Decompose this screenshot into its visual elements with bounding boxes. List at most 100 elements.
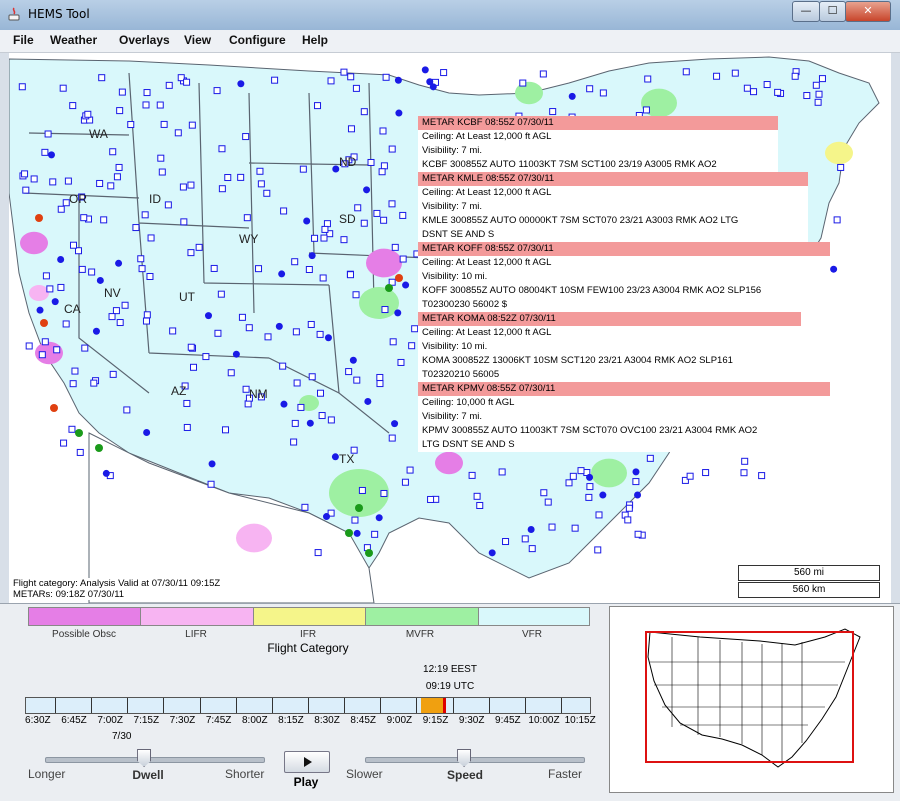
station-marker[interactable] — [238, 313, 246, 321]
station-marker[interactable] — [38, 351, 46, 359]
station-marker[interactable] — [71, 367, 79, 375]
station-marker[interactable] — [763, 81, 771, 89]
station-marker[interactable] — [46, 285, 54, 293]
station-marker[interactable] — [411, 325, 419, 333]
station-marker[interactable] — [98, 74, 106, 82]
station-marker[interactable] — [347, 125, 355, 133]
station-dot[interactable] — [599, 491, 607, 499]
station-marker[interactable] — [21, 170, 29, 178]
station-dot[interactable] — [365, 549, 373, 557]
station-dot[interactable] — [394, 309, 402, 317]
station-marker[interactable] — [476, 501, 484, 509]
station-marker[interactable] — [213, 87, 221, 95]
station-marker[interactable] — [316, 330, 324, 338]
station-marker[interactable] — [380, 216, 388, 224]
station-marker[interactable] — [346, 271, 354, 279]
station-marker[interactable] — [399, 211, 407, 219]
station-marker[interactable] — [202, 353, 210, 361]
station-dot[interactable] — [385, 284, 393, 292]
station-dot[interactable] — [375, 514, 383, 522]
station-marker[interactable] — [137, 255, 145, 263]
station-marker[interactable] — [291, 419, 299, 427]
station-marker[interactable] — [427, 495, 435, 503]
weather-map[interactable]: WA OR ID WY NV UT CA AZ NM ND SD TX METAR KCBF 08:5… — [9, 53, 891, 603]
station-marker[interactable] — [113, 173, 121, 181]
station-marker[interactable] — [646, 454, 654, 462]
station-marker[interactable] — [164, 201, 172, 209]
station-marker[interactable] — [143, 311, 151, 319]
station-marker[interactable] — [227, 369, 235, 377]
station-dot[interactable] — [232, 350, 240, 358]
station-marker[interactable] — [123, 406, 131, 414]
station-marker[interactable] — [743, 84, 751, 92]
station-dot[interactable] — [35, 214, 43, 222]
station-marker[interactable] — [297, 403, 305, 411]
station-marker[interactable] — [64, 177, 72, 185]
station-marker[interactable] — [740, 469, 748, 477]
station-marker[interactable] — [380, 489, 388, 497]
station-marker[interactable] — [774, 88, 782, 96]
station-marker[interactable] — [320, 234, 328, 242]
station-marker[interactable] — [100, 216, 108, 224]
station-marker[interactable] — [257, 180, 265, 188]
station-marker[interactable] — [165, 81, 173, 89]
station-marker[interactable] — [183, 399, 191, 407]
station-marker[interactable] — [80, 214, 88, 222]
station-marker[interactable] — [142, 101, 150, 109]
station-marker[interactable] — [174, 129, 182, 137]
station-marker[interactable] — [84, 110, 92, 118]
station-marker[interactable] — [803, 92, 811, 100]
station-marker[interactable] — [367, 158, 375, 166]
station-dot[interactable] — [634, 491, 642, 499]
station-marker[interactable] — [243, 214, 251, 222]
station-marker[interactable] — [599, 89, 607, 97]
station-marker[interactable] — [389, 338, 397, 346]
station-marker[interactable] — [380, 162, 388, 170]
station-marker[interactable] — [388, 200, 396, 208]
station-marker[interactable] — [217, 290, 225, 298]
station-marker[interactable] — [731, 69, 739, 77]
station-marker[interactable] — [577, 467, 585, 475]
station-marker[interactable] — [115, 163, 123, 171]
station-marker[interactable] — [41, 148, 49, 156]
station-marker[interactable] — [187, 249, 195, 257]
station-marker[interactable] — [127, 121, 135, 129]
station-marker[interactable] — [406, 466, 414, 474]
station-marker[interactable] — [502, 538, 510, 546]
station-marker[interactable] — [352, 291, 360, 299]
station-marker[interactable] — [142, 317, 150, 325]
station-marker[interactable] — [76, 448, 84, 456]
station-dot[interactable] — [632, 468, 640, 476]
station-dot[interactable] — [303, 217, 311, 225]
timeline-current-segment[interactable] — [420, 698, 445, 713]
station-marker[interactable] — [373, 209, 381, 217]
station-marker[interactable] — [408, 342, 416, 350]
station-marker[interactable] — [351, 516, 359, 524]
station-marker[interactable] — [340, 68, 348, 76]
station-dot[interactable] — [395, 274, 403, 282]
station-marker[interactable] — [218, 185, 226, 193]
station-marker[interactable] — [138, 265, 146, 273]
station-marker[interactable] — [57, 205, 65, 213]
menu-weather[interactable]: Weather — [50, 33, 97, 47]
station-dot[interactable] — [394, 76, 402, 84]
station-marker[interactable] — [264, 333, 272, 341]
station-dot[interactable] — [527, 526, 535, 534]
overview-map[interactable] — [609, 606, 894, 793]
station-marker[interactable] — [314, 549, 322, 557]
station-marker[interactable] — [188, 121, 196, 129]
station-marker[interactable] — [210, 264, 218, 272]
station-marker[interactable] — [327, 77, 335, 85]
station-marker[interactable] — [519, 79, 527, 87]
station-dot[interactable] — [115, 259, 123, 267]
station-marker[interactable] — [702, 469, 710, 477]
station-marker[interactable] — [634, 530, 642, 538]
station-marker[interactable] — [132, 224, 140, 232]
station-marker[interactable] — [290, 438, 298, 446]
station-dot[interactable] — [395, 109, 403, 117]
station-marker[interactable] — [358, 486, 366, 494]
station-dot[interactable] — [324, 334, 332, 342]
station-dot[interactable] — [280, 400, 288, 408]
timeline-bar[interactable] — [25, 697, 591, 714]
station-marker[interactable] — [308, 373, 316, 381]
